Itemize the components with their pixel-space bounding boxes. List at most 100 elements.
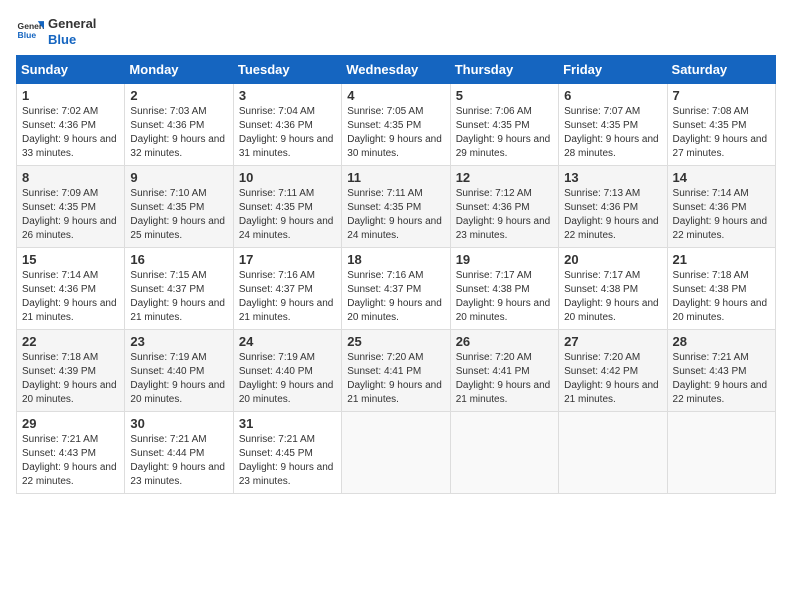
calendar-day-cell: 25 Sunrise: 7:20 AM Sunset: 4:41 PM Dayl… xyxy=(342,330,450,412)
day-info: Sunrise: 7:14 AM Sunset: 4:36 PM Dayligh… xyxy=(673,187,770,243)
day-number: 3 xyxy=(239,88,336,103)
weekday-header-sunday: Sunday xyxy=(17,56,125,84)
calendar-day-cell: 13 Sunrise: 7:13 AM Sunset: 4:36 PM Dayl… xyxy=(559,166,667,248)
day-number: 22 xyxy=(22,334,119,349)
day-number: 29 xyxy=(22,416,119,431)
day-info: Sunrise: 7:21 AM Sunset: 4:44 PM Dayligh… xyxy=(130,433,227,489)
day-info: Sunrise: 7:15 AM Sunset: 4:37 PM Dayligh… xyxy=(130,269,227,325)
day-info: Sunrise: 7:03 AM Sunset: 4:36 PM Dayligh… xyxy=(130,105,227,161)
calendar-day-cell: 18 Sunrise: 7:16 AM Sunset: 4:37 PM Dayl… xyxy=(342,248,450,330)
logo-text-line1: General xyxy=(48,16,96,32)
day-number: 6 xyxy=(564,88,661,103)
weekday-header-monday: Monday xyxy=(125,56,233,84)
calendar-day-cell: 30 Sunrise: 7:21 AM Sunset: 4:44 PM Dayl… xyxy=(125,412,233,494)
calendar-day-cell: 14 Sunrise: 7:14 AM Sunset: 4:36 PM Dayl… xyxy=(667,166,775,248)
weekday-header-saturday: Saturday xyxy=(667,56,775,84)
day-number: 7 xyxy=(673,88,770,103)
calendar-day-cell xyxy=(342,412,450,494)
day-info: Sunrise: 7:04 AM Sunset: 4:36 PM Dayligh… xyxy=(239,105,336,161)
calendar-day-cell: 29 Sunrise: 7:21 AM Sunset: 4:43 PM Dayl… xyxy=(17,412,125,494)
calendar-day-cell: 15 Sunrise: 7:14 AM Sunset: 4:36 PM Dayl… xyxy=(17,248,125,330)
day-number: 28 xyxy=(673,334,770,349)
day-info: Sunrise: 7:11 AM Sunset: 4:35 PM Dayligh… xyxy=(239,187,336,243)
day-number: 10 xyxy=(239,170,336,185)
day-number: 5 xyxy=(456,88,553,103)
calendar-day-cell: 21 Sunrise: 7:18 AM Sunset: 4:38 PM Dayl… xyxy=(667,248,775,330)
calendar-day-cell: 27 Sunrise: 7:20 AM Sunset: 4:42 PM Dayl… xyxy=(559,330,667,412)
day-number: 26 xyxy=(456,334,553,349)
day-number: 2 xyxy=(130,88,227,103)
day-number: 23 xyxy=(130,334,227,349)
day-info: Sunrise: 7:17 AM Sunset: 4:38 PM Dayligh… xyxy=(564,269,661,325)
calendar-day-cell: 6 Sunrise: 7:07 AM Sunset: 4:35 PM Dayli… xyxy=(559,84,667,166)
logo-icon: General Blue xyxy=(16,18,44,46)
day-number: 20 xyxy=(564,252,661,267)
calendar-day-cell: 1 Sunrise: 7:02 AM Sunset: 4:36 PM Dayli… xyxy=(17,84,125,166)
weekday-header-thursday: Thursday xyxy=(450,56,558,84)
calendar-day-cell: 17 Sunrise: 7:16 AM Sunset: 4:37 PM Dayl… xyxy=(233,248,341,330)
day-info: Sunrise: 7:19 AM Sunset: 4:40 PM Dayligh… xyxy=(239,351,336,407)
day-info: Sunrise: 7:17 AM Sunset: 4:38 PM Dayligh… xyxy=(456,269,553,325)
day-info: Sunrise: 7:12 AM Sunset: 4:36 PM Dayligh… xyxy=(456,187,553,243)
calendar-day-cell: 4 Sunrise: 7:05 AM Sunset: 4:35 PM Dayli… xyxy=(342,84,450,166)
day-number: 9 xyxy=(130,170,227,185)
day-info: Sunrise: 7:02 AM Sunset: 4:36 PM Dayligh… xyxy=(22,105,119,161)
logo-text-line2: Blue xyxy=(48,32,96,48)
day-info: Sunrise: 7:20 AM Sunset: 4:42 PM Dayligh… xyxy=(564,351,661,407)
day-info: Sunrise: 7:10 AM Sunset: 4:35 PM Dayligh… xyxy=(130,187,227,243)
calendar-day-cell: 24 Sunrise: 7:19 AM Sunset: 4:40 PM Dayl… xyxy=(233,330,341,412)
calendar-day-cell: 31 Sunrise: 7:21 AM Sunset: 4:45 PM Dayl… xyxy=(233,412,341,494)
day-number: 17 xyxy=(239,252,336,267)
day-info: Sunrise: 7:21 AM Sunset: 4:43 PM Dayligh… xyxy=(673,351,770,407)
day-info: Sunrise: 7:07 AM Sunset: 4:35 PM Dayligh… xyxy=(564,105,661,161)
calendar-day-cell: 26 Sunrise: 7:20 AM Sunset: 4:41 PM Dayl… xyxy=(450,330,558,412)
weekday-header-wednesday: Wednesday xyxy=(342,56,450,84)
calendar-day-cell: 28 Sunrise: 7:21 AM Sunset: 4:43 PM Dayl… xyxy=(667,330,775,412)
day-number: 8 xyxy=(22,170,119,185)
logo: General Blue General Blue xyxy=(16,16,96,47)
day-info: Sunrise: 7:06 AM Sunset: 4:35 PM Dayligh… xyxy=(456,105,553,161)
day-number: 4 xyxy=(347,88,444,103)
day-info: Sunrise: 7:05 AM Sunset: 4:35 PM Dayligh… xyxy=(347,105,444,161)
day-number: 13 xyxy=(564,170,661,185)
calendar-day-cell: 12 Sunrise: 7:12 AM Sunset: 4:36 PM Dayl… xyxy=(450,166,558,248)
calendar-week-3: 15 Sunrise: 7:14 AM Sunset: 4:36 PM Dayl… xyxy=(17,248,776,330)
day-number: 31 xyxy=(239,416,336,431)
day-info: Sunrise: 7:09 AM Sunset: 4:35 PM Dayligh… xyxy=(22,187,119,243)
calendar-week-4: 22 Sunrise: 7:18 AM Sunset: 4:39 PM Dayl… xyxy=(17,330,776,412)
day-number: 30 xyxy=(130,416,227,431)
day-number: 19 xyxy=(456,252,553,267)
day-info: Sunrise: 7:21 AM Sunset: 4:43 PM Dayligh… xyxy=(22,433,119,489)
weekday-header-tuesday: Tuesday xyxy=(233,56,341,84)
calendar-table: SundayMondayTuesdayWednesdayThursdayFrid… xyxy=(16,55,776,494)
day-info: Sunrise: 7:20 AM Sunset: 4:41 PM Dayligh… xyxy=(456,351,553,407)
day-info: Sunrise: 7:11 AM Sunset: 4:35 PM Dayligh… xyxy=(347,187,444,243)
calendar-body: 1 Sunrise: 7:02 AM Sunset: 4:36 PM Dayli… xyxy=(17,84,776,494)
calendar-day-cell: 8 Sunrise: 7:09 AM Sunset: 4:35 PM Dayli… xyxy=(17,166,125,248)
day-number: 24 xyxy=(239,334,336,349)
calendar-day-cell: 19 Sunrise: 7:17 AM Sunset: 4:38 PM Dayl… xyxy=(450,248,558,330)
calendar-day-cell: 23 Sunrise: 7:19 AM Sunset: 4:40 PM Dayl… xyxy=(125,330,233,412)
day-number: 18 xyxy=(347,252,444,267)
day-info: Sunrise: 7:16 AM Sunset: 4:37 PM Dayligh… xyxy=(239,269,336,325)
calendar-day-cell: 2 Sunrise: 7:03 AM Sunset: 4:36 PM Dayli… xyxy=(125,84,233,166)
calendar-day-cell: 3 Sunrise: 7:04 AM Sunset: 4:36 PM Dayli… xyxy=(233,84,341,166)
day-number: 25 xyxy=(347,334,444,349)
day-info: Sunrise: 7:08 AM Sunset: 4:35 PM Dayligh… xyxy=(673,105,770,161)
page-header: General Blue General Blue xyxy=(16,16,776,47)
day-number: 21 xyxy=(673,252,770,267)
day-info: Sunrise: 7:19 AM Sunset: 4:40 PM Dayligh… xyxy=(130,351,227,407)
calendar-day-cell: 11 Sunrise: 7:11 AM Sunset: 4:35 PM Dayl… xyxy=(342,166,450,248)
day-number: 1 xyxy=(22,88,119,103)
calendar-day-cell: 22 Sunrise: 7:18 AM Sunset: 4:39 PM Dayl… xyxy=(17,330,125,412)
calendar-day-cell xyxy=(667,412,775,494)
calendar-week-5: 29 Sunrise: 7:21 AM Sunset: 4:43 PM Dayl… xyxy=(17,412,776,494)
calendar-header-row: SundayMondayTuesdayWednesdayThursdayFrid… xyxy=(17,56,776,84)
calendar-day-cell xyxy=(450,412,558,494)
calendar-week-1: 1 Sunrise: 7:02 AM Sunset: 4:36 PM Dayli… xyxy=(17,84,776,166)
day-info: Sunrise: 7:18 AM Sunset: 4:39 PM Dayligh… xyxy=(22,351,119,407)
day-number: 14 xyxy=(673,170,770,185)
calendar-day-cell: 10 Sunrise: 7:11 AM Sunset: 4:35 PM Dayl… xyxy=(233,166,341,248)
calendar-day-cell: 9 Sunrise: 7:10 AM Sunset: 4:35 PM Dayli… xyxy=(125,166,233,248)
calendar-day-cell xyxy=(559,412,667,494)
